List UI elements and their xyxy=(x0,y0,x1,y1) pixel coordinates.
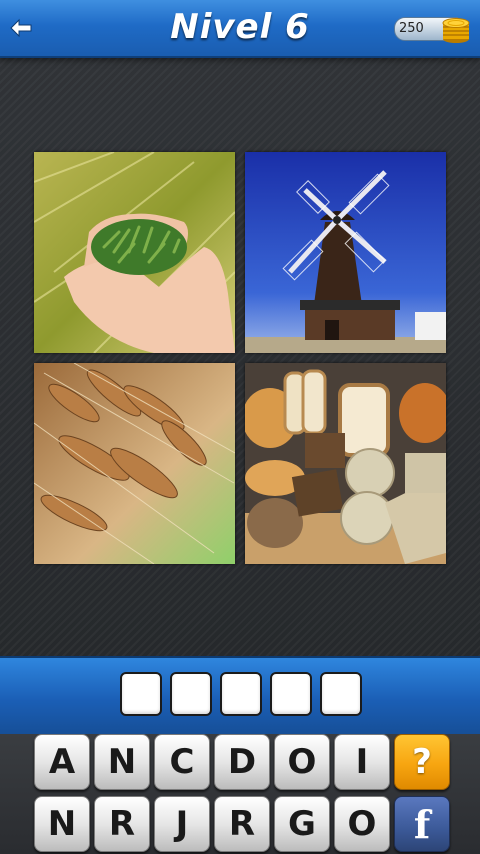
picture-grain-in-hands[interactable] xyxy=(34,152,235,353)
answer-slot[interactable] xyxy=(170,672,212,716)
letter-key[interactable]: O xyxy=(334,796,390,852)
letter-key[interactable]: O xyxy=(274,734,330,790)
wheat-ears-image xyxy=(34,363,235,564)
picture-bread-assortment[interactable] xyxy=(245,363,446,564)
grain-in-hands-image xyxy=(34,152,235,353)
facebook-share-button[interactable]: f xyxy=(394,796,450,852)
letter-key[interactable]: A xyxy=(34,734,90,790)
letter-key[interactable]: R xyxy=(214,796,270,852)
letter-key[interactable]: D xyxy=(214,734,270,790)
answer-slot[interactable] xyxy=(120,672,162,716)
top-bar: Nivel 6 250 xyxy=(0,0,480,58)
letter-key[interactable]: I xyxy=(334,734,390,790)
game-background xyxy=(0,56,480,656)
letter-key[interactable]: J xyxy=(154,796,210,852)
answer-slot[interactable] xyxy=(270,672,312,716)
windmill-image xyxy=(245,152,446,353)
picture-windmill[interactable] xyxy=(245,152,446,353)
hint-button[interactable]: ? xyxy=(394,734,450,790)
coin-stack-icon xyxy=(442,18,470,43)
letter-key[interactable]: G xyxy=(274,796,330,852)
picture-wheat-ears[interactable] xyxy=(34,363,235,564)
coin-count: 250 xyxy=(399,21,424,36)
letter-key[interactable]: C xyxy=(154,734,210,790)
letter-key[interactable]: N xyxy=(34,796,90,852)
letter-key[interactable]: N xyxy=(94,734,150,790)
bread-assortment-image xyxy=(245,363,446,564)
letter-key[interactable]: R xyxy=(94,796,150,852)
answer-slot[interactable] xyxy=(220,672,262,716)
answer-slot[interactable] xyxy=(320,672,362,716)
